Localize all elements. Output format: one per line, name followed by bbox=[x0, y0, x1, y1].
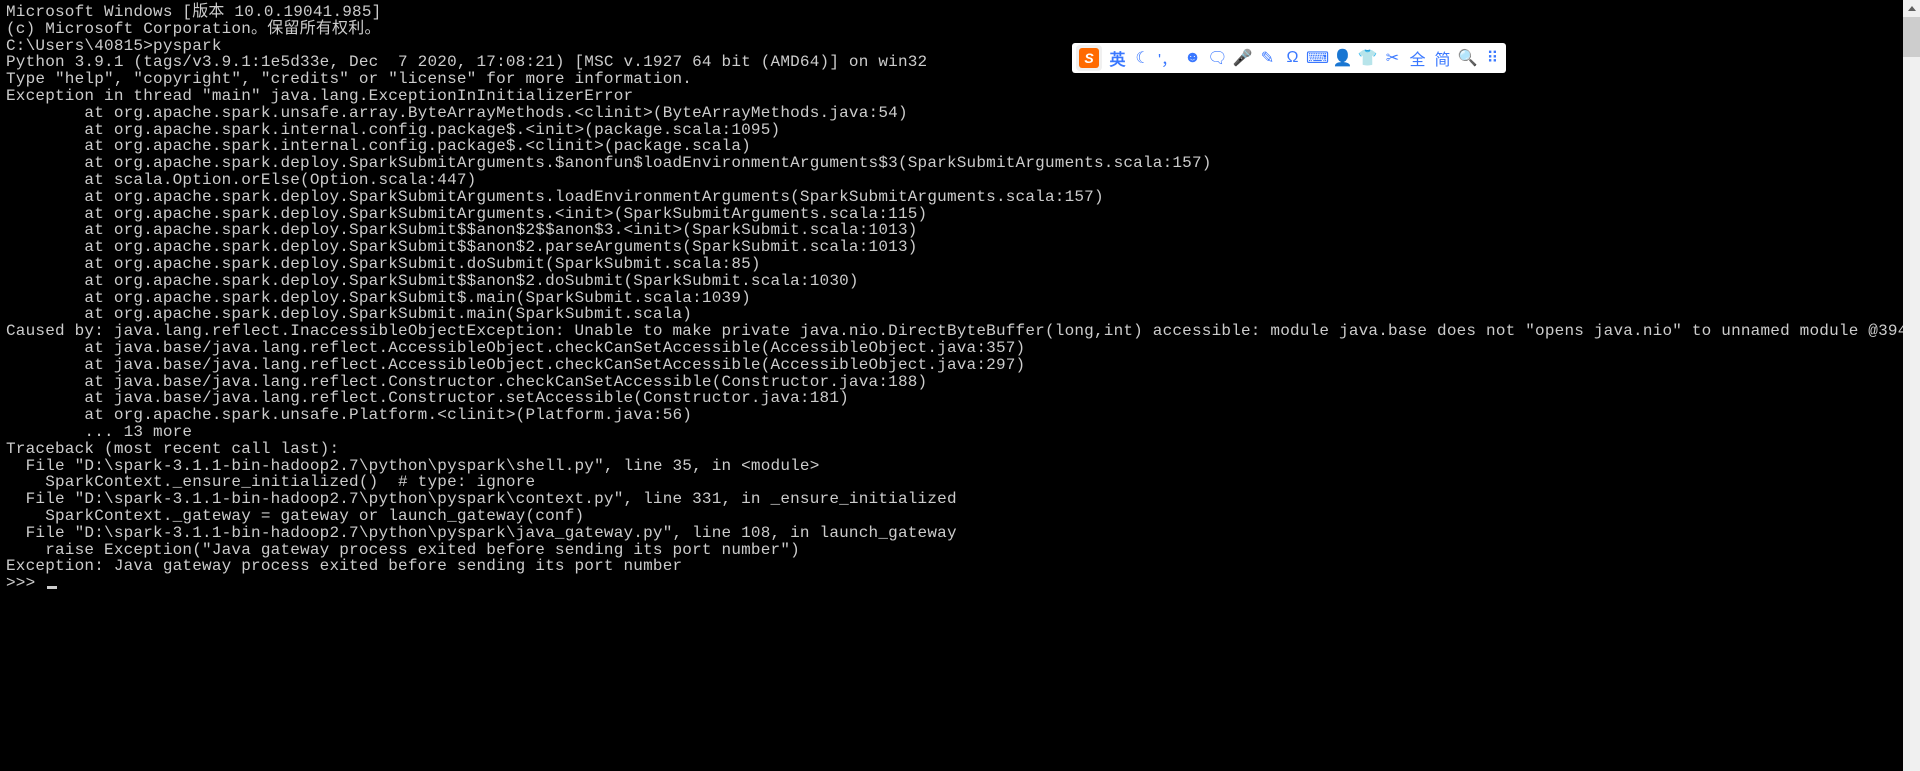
emoji-face-icon[interactable]: ☻ bbox=[1183, 49, 1202, 68]
terminal-line: ... 13 more bbox=[6, 424, 1914, 441]
terminal-line: at org.apache.spark.deploy.SparkSubmitAr… bbox=[6, 189, 1914, 206]
terminal-line: raise Exception("Java gateway process ex… bbox=[6, 542, 1914, 559]
keyboard-icon[interactable]: ⌨ bbox=[1308, 49, 1327, 68]
scissors-icon[interactable]: ✂ bbox=[1383, 49, 1402, 68]
terminal-line: >>> bbox=[6, 575, 1914, 592]
terminal-line: at scala.Option.orElse(Option.scala:447) bbox=[6, 172, 1914, 189]
terminal-line: Traceback (most recent call last): bbox=[6, 441, 1914, 458]
terminal-line: at java.base/java.lang.reflect.Construct… bbox=[6, 374, 1914, 391]
speech-bubble-icon[interactable]: 🗨 bbox=[1208, 49, 1227, 68]
terminal-line: at org.apache.spark.unsafe.array.ByteArr… bbox=[6, 105, 1914, 122]
fullwidth-icon[interactable]: 全 bbox=[1408, 49, 1427, 68]
terminal-line: (c) Microsoft Corporation。保留所有权利。 bbox=[6, 21, 1914, 38]
grid-apps-icon[interactable]: ⠿ bbox=[1483, 49, 1502, 68]
terminal-line: Type "help", "copyright", "credits" or "… bbox=[6, 71, 1914, 88]
terminal-line: at java.base/java.lang.reflect.Accessibl… bbox=[6, 357, 1914, 374]
terminal-line: SparkContext._ensure_initialized() # typ… bbox=[6, 474, 1914, 491]
terminal-line: at org.apache.spark.deploy.SparkSubmit$$… bbox=[6, 222, 1914, 239]
moon-icon[interactable]: ☾ bbox=[1133, 49, 1152, 68]
terminal-line: Caused by: java.lang.reflect.Inaccessibl… bbox=[6, 323, 1914, 340]
terminal-line: SparkContext._gateway = gateway or launc… bbox=[6, 508, 1914, 525]
quote-punct-icon[interactable]: '， bbox=[1158, 49, 1177, 68]
terminal-line: at org.apache.spark.internal.config.pack… bbox=[6, 138, 1914, 155]
terminal-line: at org.apache.spark.internal.config.pack… bbox=[6, 122, 1914, 139]
terminal-line: at java.base/java.lang.reflect.Construct… bbox=[6, 390, 1914, 407]
tshirt-icon[interactable]: 👕 bbox=[1358, 49, 1377, 68]
scroll-up-arrow[interactable] bbox=[1903, 0, 1920, 17]
person-icon[interactable]: 👤 bbox=[1333, 49, 1352, 68]
ime-toolbar[interactable]: S 英 ☾ '， ☻ 🗨 🎤 ✎ Ω ⌨ 👤 👕 ✂ 全简 🔍 ⠿ bbox=[1072, 43, 1506, 73]
terminal-output[interactable]: Microsoft Windows [版本 10.0.19041.985](c)… bbox=[0, 0, 1920, 771]
terminal-line: File "D:\spark-3.1.1-bin-hadoop2.7\pytho… bbox=[6, 491, 1914, 508]
terminal-line: File "D:\spark-3.1.1-bin-hadoop2.7\pytho… bbox=[6, 458, 1914, 475]
pencil-icon[interactable]: ✎ bbox=[1258, 49, 1277, 68]
simplified-icon[interactable]: 简 bbox=[1433, 49, 1452, 68]
ime-language-toggle[interactable]: 英 bbox=[1108, 49, 1127, 68]
terminal-line: at org.apache.spark.deploy.SparkSubmit$$… bbox=[6, 273, 1914, 290]
omega-icon[interactable]: Ω bbox=[1283, 49, 1302, 68]
vertical-scrollbar[interactable] bbox=[1903, 0, 1920, 771]
text-cursor bbox=[47, 586, 57, 589]
terminal-line: Exception: Java gateway process exited b… bbox=[6, 558, 1914, 575]
terminal-line: Exception in thread "main" java.lang.Exc… bbox=[6, 88, 1914, 105]
terminal-line: at org.apache.spark.deploy.SparkSubmitAr… bbox=[6, 206, 1914, 223]
terminal-line: at org.apache.spark.deploy.SparkSubmit.m… bbox=[6, 306, 1914, 323]
search-icon[interactable]: 🔍 bbox=[1458, 49, 1477, 68]
terminal-line: C:\Users\40815>pyspark bbox=[6, 38, 1914, 55]
terminal-line: Microsoft Windows [版本 10.0.19041.985] bbox=[6, 4, 1914, 21]
terminal-line: at org.apache.spark.deploy.SparkSubmit$.… bbox=[6, 290, 1914, 307]
terminal-line: at org.apache.spark.deploy.SparkSubmit$$… bbox=[6, 239, 1914, 256]
sogou-logo-icon[interactable]: S bbox=[1076, 45, 1102, 71]
scroll-thumb[interactable] bbox=[1903, 17, 1920, 57]
terminal-line: File "D:\spark-3.1.1-bin-hadoop2.7\pytho… bbox=[6, 525, 1914, 542]
terminal-line: at org.apache.spark.deploy.SparkSubmit.d… bbox=[6, 256, 1914, 273]
terminal-line: at org.apache.spark.unsafe.Platform.<cli… bbox=[6, 407, 1914, 424]
microphone-icon[interactable]: 🎤 bbox=[1233, 49, 1252, 68]
terminal-line: Python 3.9.1 (tags/v3.9.1:1e5d33e, Dec 7… bbox=[6, 54, 1914, 71]
terminal-line: at java.base/java.lang.reflect.Accessibl… bbox=[6, 340, 1914, 357]
terminal-line: at org.apache.spark.deploy.SparkSubmitAr… bbox=[6, 155, 1914, 172]
